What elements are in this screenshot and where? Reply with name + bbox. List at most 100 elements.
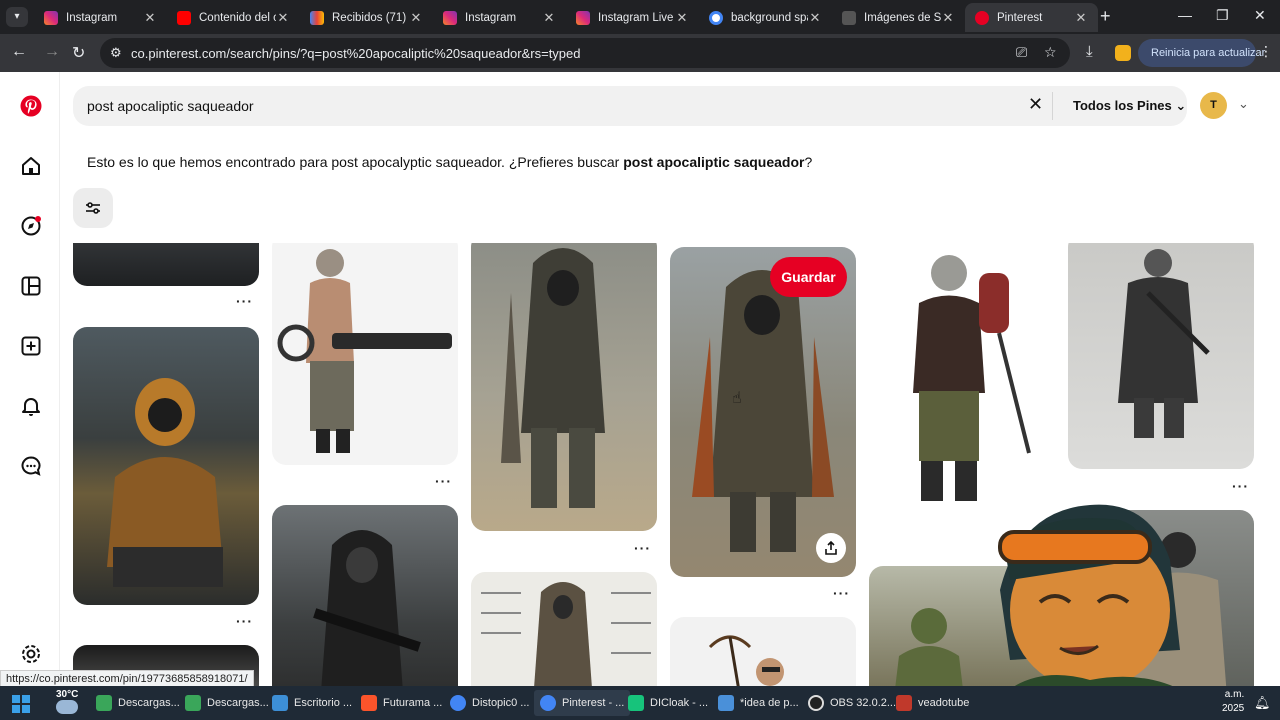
weather-cloud-icon[interactable] — [56, 700, 78, 714]
taskbar-item[interactable]: Escritorio ... — [272, 690, 352, 716]
close-icon[interactable]: ✕ — [1074, 10, 1088, 26]
messages-icon[interactable] — [19, 454, 43, 478]
install-app-icon[interactable]: ⎚ — [1016, 44, 1027, 61]
back-arrow-icon[interactable]: ← — [11, 43, 27, 61]
taskbar-item[interactable]: veadotube — [896, 690, 969, 716]
pin-scope-dropdown[interactable]: Todos los Pines ⌄ — [1073, 98, 1186, 114]
search-divider — [1052, 92, 1053, 120]
close-icon[interactable]: ✕ — [143, 10, 157, 26]
instagram-icon — [44, 10, 58, 25]
menu-kebab-icon[interactable]: ⋮ — [1259, 43, 1273, 60]
pin-card[interactable] — [869, 243, 1055, 525]
pinterest-icon — [975, 10, 989, 25]
site-info-icon[interactable]: ⚙ — [110, 45, 122, 61]
taskbar-item-label: Distopic0 ... — [472, 697, 530, 709]
download-icon — [96, 695, 112, 711]
create-icon[interactable] — [19, 334, 43, 358]
chevron-down-icon[interactable]: ⌄ — [1238, 96, 1249, 112]
settings-gear-icon[interactable] — [19, 642, 43, 666]
tab-label: Pinterest — [997, 11, 1043, 24]
address-bar[interactable]: ⚙ co.pinterest.com/search/pins/?q=post%2… — [100, 38, 1070, 68]
share-icon — [825, 540, 837, 555]
mouse-cursor-icon: ☝ — [732, 390, 742, 407]
taskbar-item[interactable]: Descargas... — [96, 690, 180, 716]
avatar[interactable]: T — [1200, 92, 1227, 119]
close-icon[interactable]: ✕ — [542, 10, 556, 26]
pin-more-button[interactable]: ··· — [236, 613, 253, 629]
minimize-icon[interactable]: — — [1178, 7, 1192, 23]
taskbar-item[interactable]: OBS 32.0.2... — [808, 690, 896, 716]
pin-card[interactable] — [272, 505, 458, 686]
new-tab-button[interactable]: + — [1100, 6, 1111, 27]
brave-icon — [361, 695, 377, 711]
notification-bell-icon[interactable]: 🔔︎ — [1254, 695, 1271, 711]
pin-card[interactable] — [1068, 243, 1254, 469]
notifications-bell-icon[interactable] — [19, 394, 43, 418]
forward-arrow-icon[interactable]: → — [44, 43, 60, 61]
pin-card[interactable] — [471, 572, 657, 686]
pin-more-button[interactable]: ··· — [435, 473, 452, 489]
reload-icon[interactable]: ↻ — [72, 43, 85, 63]
close-window-icon[interactable]: ✕ — [1254, 7, 1266, 24]
pin-more-button[interactable]: ··· — [236, 293, 253, 309]
tab-instagram-1[interactable]: Instagram ✕ — [34, 3, 167, 32]
filters-button[interactable] — [73, 188, 113, 228]
search-input[interactable]: post apocaliptic saqueador ✕ Todos los P… — [73, 86, 1187, 126]
home-icon[interactable] — [19, 154, 43, 178]
pin-card-hovered[interactable]: Guardar — [670, 247, 856, 577]
tab-youtube[interactable]: Contenido del ca ✕ — [167, 3, 300, 32]
tab-instagram-2[interactable]: Instagram ✕ — [433, 3, 566, 32]
close-icon[interactable]: ✕ — [808, 10, 822, 26]
pin-card[interactable] — [670, 617, 856, 686]
taskbar-item[interactable]: Futurama ... — [361, 690, 442, 716]
tab-spriters[interactable]: Imágenes de Sp ✕ — [832, 3, 965, 32]
explore-icon[interactable] — [19, 214, 43, 238]
tab-label: Instagram Live P — [598, 11, 675, 24]
windows-start-icon[interactable] — [12, 695, 30, 713]
system-clock[interactable]: a.m. 2025 — [1222, 688, 1244, 716]
tab-search-button[interactable]: ▾ — [6, 7, 28, 27]
close-icon[interactable]: ✕ — [276, 10, 290, 26]
pin-more-button[interactable]: ··· — [833, 585, 850, 601]
close-icon[interactable]: ✕ — [941, 10, 955, 26]
pin-card[interactable] — [73, 243, 259, 286]
tab-google-search[interactable]: background spa ✕ — [699, 3, 832, 32]
chevron-down-icon: ⌄ — [1175, 98, 1187, 113]
url-text[interactable]: co.pinterest.com/search/pins/?q=post%20a… — [131, 46, 581, 61]
boards-icon[interactable] — [19, 274, 43, 298]
clear-search-icon[interactable]: ✕ — [1028, 94, 1043, 115]
spelling-suggestion: Esto es lo que hemos encontrado para pos… — [87, 154, 812, 170]
pin-more-button[interactable]: ··· — [634, 540, 651, 556]
tab-gmail[interactable]: Recibidos (71) - ✕ — [300, 3, 433, 32]
taskbar-item[interactable]: Distopic0 ... — [450, 690, 529, 716]
taskbar-item-label: Futurama ... — [383, 697, 443, 709]
update-label: Reinicia para actualizar — [1151, 47, 1266, 59]
pin-card[interactable] — [73, 327, 259, 605]
taskbar-item[interactable]: DICloak - ... — [628, 690, 708, 716]
tab-instagram-live[interactable]: Instagram Live P ✕ — [566, 3, 699, 32]
chrome-icon — [450, 695, 466, 711]
windows-taskbar: 30°C Descargas... Descargas... Escritori… — [0, 686, 1280, 720]
restore-icon[interactable]: ❐ — [1216, 7, 1229, 24]
search-query[interactable]: post apocaliptic saqueador — [87, 98, 254, 114]
taskbar-item[interactable]: *idea de p... — [718, 690, 799, 716]
bookmark-star-icon[interactable]: ☆ — [1044, 44, 1057, 61]
suggestion-suffix: ? — [804, 154, 813, 170]
share-button[interactable] — [816, 533, 846, 563]
close-icon[interactable]: ✕ — [409, 10, 423, 26]
update-button[interactable]: Reinicia para actualizar — [1138, 39, 1265, 67]
weather-temperature[interactable]: 30°C — [56, 689, 78, 700]
suggestion-link[interactable]: post apocaliptic saqueador — [623, 154, 804, 170]
save-button[interactable]: Guardar — [770, 257, 847, 297]
pinterest-logo-icon[interactable] — [19, 94, 43, 118]
tab-pinterest[interactable]: Pinterest ✕ — [965, 3, 1098, 32]
taskbar-item-active[interactable]: Pinterest - ... — [534, 690, 631, 716]
taskbar-item[interactable]: Descargas... — [185, 690, 269, 716]
close-icon[interactable]: ✕ — [675, 10, 689, 26]
obs-icon — [808, 695, 824, 711]
tab-label: Recibidos (71) - — [332, 11, 409, 24]
extension-icon[interactable] — [1115, 45, 1131, 61]
download-icon[interactable]: ⤓ — [1086, 43, 1093, 60]
pin-card[interactable] — [471, 243, 657, 531]
pin-card[interactable] — [272, 243, 458, 465]
